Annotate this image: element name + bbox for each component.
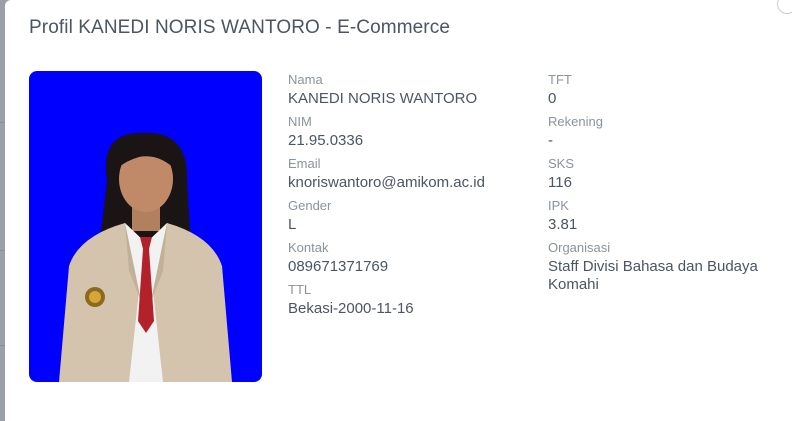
field-kontak: Kontak 089671371769 — [288, 240, 528, 276]
field-sks: SKS 116 — [548, 156, 788, 192]
field-value: knoriswantoro@amikom.ac.id — [288, 174, 485, 191]
field-ipk: IPK 3.81 — [548, 198, 788, 234]
profile-modal: Profil KANEDI NORIS WANTORO - E-Commerce — [5, 0, 792, 421]
profile-fields-right: TFT 0 Rekening - SKS 116 IPK 3.81 Organi… — [548, 72, 788, 300]
field-organisasi: Organisasi Staff Divisi Bahasa dan Buday… — [548, 240, 788, 294]
field-value: 089671371769 — [288, 258, 389, 275]
profile-photo — [29, 71, 262, 382]
field-value: 116 — [548, 174, 572, 191]
field-label: IPK — [548, 198, 569, 213]
field-email: Email knoriswantoro@amikom.ac.id — [288, 156, 528, 192]
field-ttl: TTL Bekasi-2000-11-16 — [288, 282, 528, 318]
field-nama: Nama KANEDI NORIS WANTORO — [288, 72, 528, 108]
field-value: L — [288, 216, 297, 233]
field-gender: Gender L — [288, 198, 528, 234]
field-label: Email — [288, 156, 321, 171]
field-value: 21.95.0336 — [288, 132, 364, 149]
profile-fields-left: Nama KANEDI NORIS WANTORO NIM 21.95.0336… — [288, 72, 528, 324]
field-label: NIM — [288, 114, 312, 129]
field-value: KANEDI NORIS WANTORO — [288, 90, 478, 107]
field-value: - — [548, 132, 553, 149]
field-value: 3.81 — [548, 216, 578, 233]
field-label: TTL — [288, 282, 312, 297]
field-value: Bekasi-2000-11-16 — [288, 300, 414, 317]
field-value: 0 — [548, 90, 557, 107]
field-label: Organisasi — [548, 240, 611, 255]
field-nim: NIM 21.95.0336 — [288, 114, 528, 150]
modal-title: Profil KANEDI NORIS WANTORO - E-Commerce — [29, 17, 450, 38]
field-tft: TFT 0 — [548, 72, 788, 108]
field-label: Gender — [288, 198, 332, 213]
field-value: Staff Divisi Bahasa dan Budaya Komahi — [548, 258, 758, 293]
field-label: SKS — [548, 156, 575, 171]
field-label: Rekening — [548, 114, 603, 129]
field-label: Kontak — [288, 240, 329, 255]
close-button[interactable] — [777, 0, 792, 14]
field-label: Nama — [288, 72, 323, 87]
field-label: TFT — [548, 72, 572, 87]
field-rekening: Rekening - — [548, 114, 788, 150]
